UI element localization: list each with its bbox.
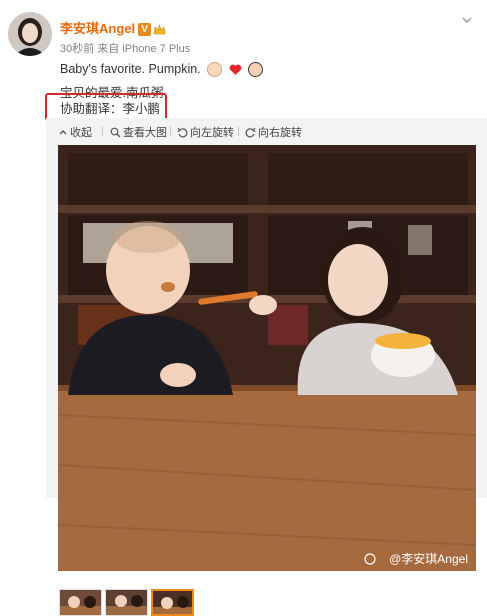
weibo-post: 李安琪Angel V 30秒前 来自 iPhone 7 Plus Baby's f… xyxy=(0,0,487,616)
post-meta: 30秒前 来自 iPhone 7 Plus xyxy=(60,43,191,55)
collapse-icon xyxy=(59,130,67,135)
collapse-label: 收起 xyxy=(70,127,92,139)
emoji-girl-icon xyxy=(248,62,264,78)
collapse-button[interactable]: 收起 xyxy=(58,124,92,140)
rotate-right-label: 向右旋转 xyxy=(258,127,302,139)
view-large-label: 查看大图 xyxy=(123,127,167,139)
rotate-right-icon xyxy=(245,127,256,138)
v-verified-icon: V xyxy=(138,23,152,37)
rotate-left-button[interactable]: 向左旋转 xyxy=(177,124,234,140)
watermark: @李安琪Angel xyxy=(389,551,468,566)
post-text-line-1: Baby's favorite. Pumpkin. xyxy=(60,62,264,78)
photo-scene: @李安琪Angel xyxy=(58,145,476,571)
media-toolbar: 收起 查看大图 向左旋转 向右旋转 xyxy=(46,118,487,144)
toolbar-divider xyxy=(102,126,103,136)
post-photo[interactable]: @李安琪Angel xyxy=(58,145,476,571)
post-text-translator: 协助翻译：李小鹏 xyxy=(60,102,161,116)
magnify-icon xyxy=(110,127,121,138)
chevron-down-icon[interactable] xyxy=(461,14,473,26)
rotate-right-button[interactable]: 向右旋转 xyxy=(245,124,302,140)
crown-icon xyxy=(153,23,166,34)
thumbnail-1[interactable] xyxy=(59,589,102,616)
thumbnail-3-selected[interactable] xyxy=(151,589,194,616)
media-panel: 收起 查看大图 向左旋转 向右旋转 @李安琪Angel xyxy=(46,118,487,616)
toolbar-divider xyxy=(170,126,171,136)
emoji-baby-icon xyxy=(207,62,223,78)
heart-icon xyxy=(229,64,241,75)
rotate-left-icon xyxy=(177,127,188,138)
rotate-left-label: 向左旋转 xyxy=(190,127,234,139)
view-large-button[interactable]: 查看大图 xyxy=(110,124,167,140)
thumbnail-2[interactable] xyxy=(105,589,148,616)
username-row: 李安琪Angel V xyxy=(60,18,166,37)
toolbar-divider xyxy=(238,126,239,136)
username[interactable]: 李安琪Angel xyxy=(60,21,135,36)
avatar[interactable] xyxy=(8,12,52,56)
post-text-english: Baby's favorite. Pumpkin. xyxy=(60,62,201,76)
